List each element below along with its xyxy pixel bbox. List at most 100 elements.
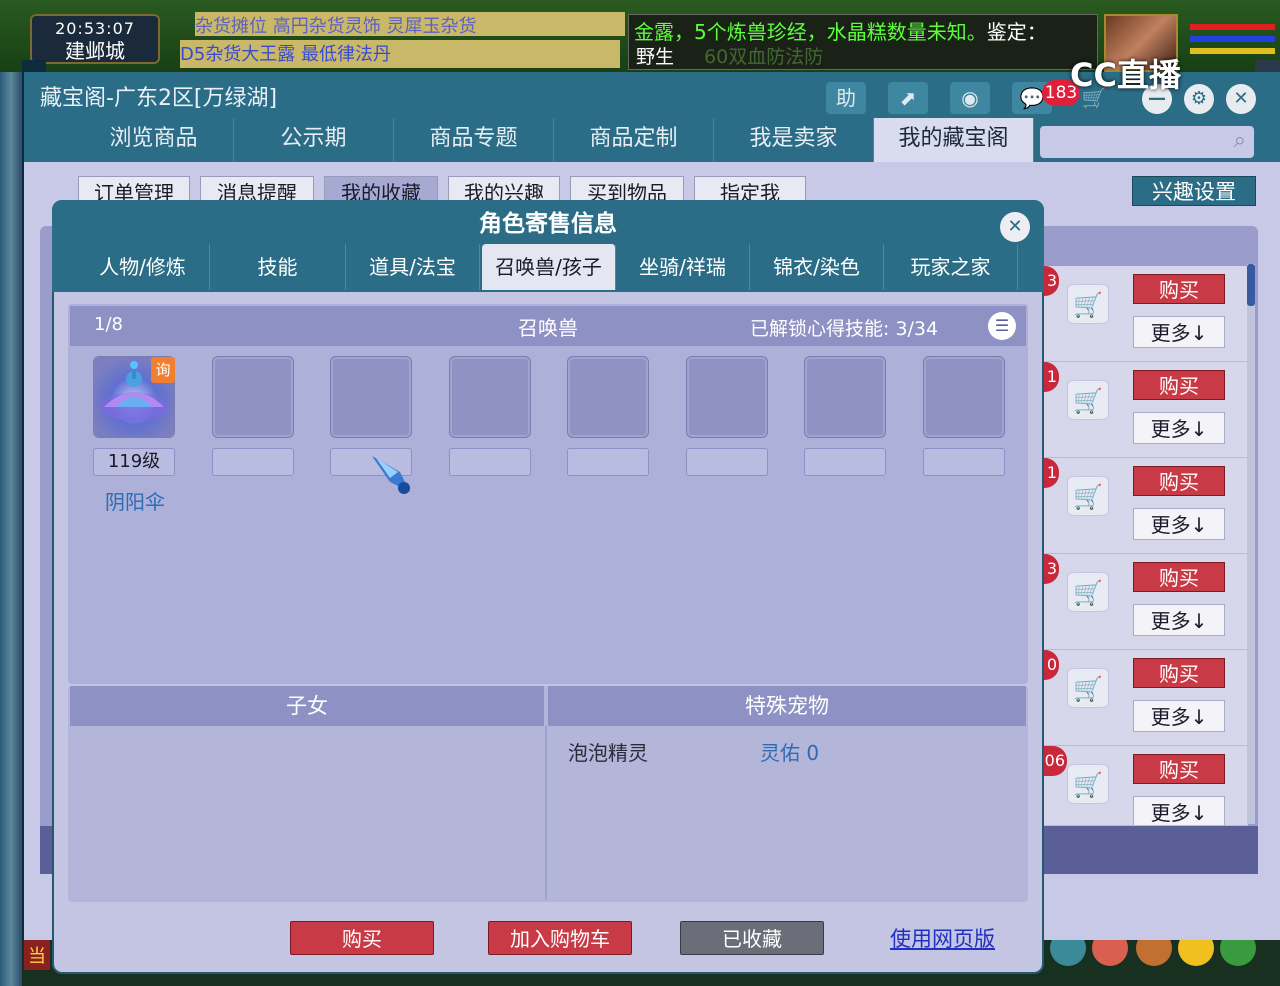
special-pet-value: 灵佑 0 (760, 741, 820, 765)
tab-character[interactable]: 人物/修炼 (76, 244, 210, 290)
help-button[interactable]: 助 (826, 82, 866, 114)
list-scrollbar[interactable] (1247, 264, 1255, 824)
interest-settings-button[interactable]: 兴趣设置 (1132, 176, 1256, 206)
children-title: 子女 (70, 686, 544, 726)
row-buy-button[interactable]: 购买 (1133, 562, 1225, 592)
pet-slot[interactable] (330, 356, 412, 438)
query-badge[interactable]: 询 (151, 357, 175, 383)
tab-mounts[interactable]: 坐骑/祥瑞 (616, 244, 750, 290)
nav-public[interactable]: 公示期 (234, 118, 394, 162)
list-row: 1 🛒 购买 更多↓ (1043, 362, 1248, 458)
record-icon[interactable]: ◉ (950, 82, 990, 114)
buy-button[interactable]: 购买 (290, 921, 434, 955)
pet-slot[interactable] (923, 356, 1005, 438)
search-input[interactable]: ⌕ (1040, 126, 1254, 158)
city-name: 建邺城 (65, 39, 125, 63)
add-cart-icon[interactable]: 🛒 (1067, 380, 1109, 420)
message-line-2-b: 60双血防法防 (704, 46, 824, 68)
chat-channel-label[interactable]: 当 (24, 940, 50, 970)
tab-items[interactable]: 道具/法宝 (346, 244, 480, 290)
favorited-button[interactable]: 已收藏 (680, 921, 824, 955)
game-cursor-icon (370, 452, 414, 498)
pet-level (567, 448, 649, 476)
pet-level (804, 448, 886, 476)
clock-time: 20:53:07 (55, 19, 135, 38)
pet-slot[interactable] (212, 356, 294, 438)
tab-skills[interactable]: 技能 (210, 244, 346, 290)
hp-bar (1190, 24, 1275, 30)
list-row: 3 🛒 购买 更多↓ (1043, 554, 1248, 650)
gear-icon[interactable]: ⚙ (1184, 84, 1214, 114)
pet-slot[interactable] (804, 356, 886, 438)
add-cart-icon[interactable]: 🛒 (1067, 668, 1109, 708)
search-icon[interactable]: ⌕ (1234, 128, 1246, 153)
tab-outfits[interactable]: 锦衣/染色 (750, 244, 884, 290)
row-buy-button[interactable]: 购买 (1133, 466, 1225, 496)
row-buy-button[interactable]: 购买 (1133, 658, 1225, 688)
scrollbar-thumb[interactable] (1247, 264, 1255, 306)
message-line-2-a: 野生 (636, 46, 675, 68)
add-cart-icon[interactable]: 🛒 (1067, 764, 1109, 804)
close-icon[interactable]: ✕ (1226, 84, 1256, 114)
pet-level (212, 448, 294, 476)
nav-custom[interactable]: 商品定制 (554, 118, 714, 162)
close-icon[interactable]: ✕ (1000, 212, 1030, 242)
list-icon[interactable]: ☰ (988, 312, 1016, 340)
tab-pets-children[interactable]: 召唤兽/孩子 (482, 244, 616, 290)
pet-slot[interactable] (449, 356, 531, 438)
message-line-1-b: 5个炼兽珍经，水晶糕数量未知。 (694, 20, 987, 44)
row-more-button[interactable]: 更多↓ (1133, 604, 1225, 636)
message-line-1-a: 金露， (634, 20, 694, 44)
mp-bar (1190, 36, 1275, 42)
row-more-button[interactable]: 更多↓ (1133, 412, 1225, 444)
nav-my-store[interactable]: 我的藏宝阁 (874, 118, 1034, 162)
game-clock: 20:53:07 建邺城 (30, 14, 160, 64)
sp-bar (1190, 48, 1275, 54)
list-row: 06 🛒 购买 更多↓ (1043, 746, 1248, 826)
pet-level (686, 448, 768, 476)
nav-browse[interactable]: 浏览商品 (74, 118, 234, 162)
game-left-strip (0, 72, 22, 986)
add-cart-icon[interactable]: 🛒 (1067, 572, 1109, 612)
message-line-1: 金露，5个炼兽珍经，水晶糕数量未知。鉴定： (634, 16, 1047, 45)
row-number: 3 (1043, 554, 1059, 584)
special-pet-name: 泡泡精灵 (568, 741, 648, 765)
row-buy-button[interactable]: 购买 (1133, 274, 1225, 304)
web-version-link[interactable]: 使用网页版 (890, 923, 995, 953)
pet-level (923, 448, 1005, 476)
unlocked-skills-label: 已解锁心得技能: 3/34 (750, 318, 939, 340)
pet-name[interactable]: 阴阳伞 (94, 486, 176, 515)
nav-seller[interactable]: 我是卖家 (714, 118, 874, 162)
panel-divider (545, 726, 547, 900)
row-more-button[interactable]: 更多↓ (1133, 316, 1225, 348)
tab-home[interactable]: 玩家之家 (884, 244, 1018, 290)
pet-level (449, 448, 531, 476)
row-more-button[interactable]: 更多↓ (1133, 796, 1225, 825)
row-buy-button[interactable]: 购买 (1133, 370, 1225, 400)
row-more-button[interactable]: 更多↓ (1133, 700, 1225, 732)
message-line-1-c: 鉴定： (986, 20, 1047, 44)
pet-slot[interactable] (686, 356, 768, 438)
pet-slot[interactable] (567, 356, 649, 438)
message-line-2: 野生 60双血防法防 (636, 42, 823, 69)
row-number: 1 (1043, 362, 1059, 392)
nav-topics[interactable]: 商品专题 (394, 118, 554, 162)
stall-ticker-top[interactable]: 杂货摊位 高円杂货灵饰 灵犀玉杂货 (195, 12, 625, 36)
special-pets-title: 特殊宠物 (548, 686, 1026, 726)
row-number: 06 (1043, 746, 1067, 776)
store-title: 藏宝阁-广东2区[万绿湖] (40, 86, 278, 111)
row-number: 0 (1043, 650, 1059, 680)
list-row: 1 🛒 购买 更多↓ (1043, 458, 1248, 554)
list-row: 3 🛒 购买 更多↓ (1043, 266, 1248, 362)
row-number: 3 (1043, 266, 1059, 296)
share-icon[interactable]: ⬈ (888, 82, 928, 114)
cc-live-watermark: CC直播 (1070, 56, 1181, 94)
add-to-cart-button[interactable]: 加入购物车 (488, 921, 632, 955)
row-more-button[interactable]: 更多↓ (1133, 508, 1225, 540)
row-number: 1 (1043, 458, 1059, 488)
stall-ticker-bottom[interactable]: D5杂货大王露 最低律法丹 (180, 40, 620, 68)
add-cart-icon[interactable]: 🛒 (1067, 476, 1109, 516)
row-buy-button[interactable]: 购买 (1133, 754, 1225, 784)
add-cart-icon[interactable]: 🛒 (1067, 284, 1109, 324)
pet-level: 119级 (93, 448, 175, 476)
